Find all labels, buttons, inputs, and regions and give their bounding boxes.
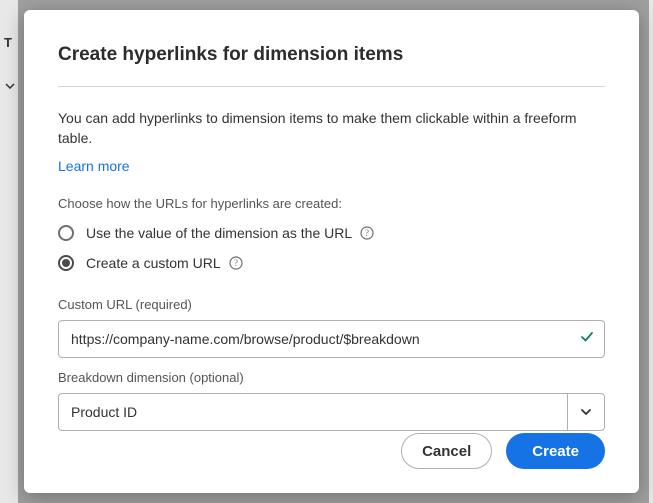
radio-button-selected[interactable] bbox=[58, 255, 74, 271]
intro-text: You can add hyperlinks to dimension item… bbox=[58, 109, 605, 148]
breakdown-dropdown[interactable]: Product ID bbox=[58, 393, 605, 431]
radio-label: Create a custom URL bbox=[86, 255, 221, 271]
chevron-down-icon bbox=[5, 83, 15, 89]
checkmark-icon bbox=[579, 329, 595, 350]
info-icon[interactable]: ? bbox=[229, 256, 243, 270]
breakdown-value[interactable]: Product ID bbox=[58, 393, 567, 431]
dialog-footer: Cancel Create bbox=[58, 433, 605, 469]
breakdown-label: Breakdown dimension (optional) bbox=[58, 370, 605, 385]
dialog-title: Create hyperlinks for dimension items bbox=[58, 44, 605, 66]
learn-more-link[interactable]: Learn more bbox=[58, 158, 605, 174]
custom-url-input[interactable] bbox=[58, 320, 605, 358]
choose-method-label: Choose how the URLs for hyperlinks are c… bbox=[58, 196, 605, 211]
custom-url-label: Custom URL (required) bbox=[58, 297, 605, 312]
radio-inner-dot bbox=[62, 259, 70, 267]
radio-option-use-value[interactable]: Use the value of the dimension as the UR… bbox=[58, 225, 605, 241]
divider bbox=[58, 86, 605, 87]
custom-url-input-wrapper bbox=[58, 320, 605, 358]
cancel-button[interactable]: Cancel bbox=[401, 433, 492, 469]
radio-button[interactable] bbox=[58, 225, 74, 241]
create-hyperlinks-dialog: Create hyperlinks for dimension items Yo… bbox=[24, 10, 639, 493]
background-panel-right bbox=[649, 0, 653, 503]
background-panel-left: T bbox=[0, 0, 18, 503]
radio-option-custom-url[interactable]: Create a custom URL ? bbox=[58, 255, 605, 271]
create-button[interactable]: Create bbox=[506, 433, 605, 469]
chevron-down-icon bbox=[580, 408, 592, 416]
svg-text:?: ? bbox=[365, 228, 369, 238]
dropdown-toggle-button[interactable] bbox=[567, 393, 605, 431]
background-text: T bbox=[4, 35, 12, 50]
svg-text:?: ? bbox=[234, 258, 238, 268]
radio-label: Use the value of the dimension as the UR… bbox=[86, 225, 352, 241]
info-icon[interactable]: ? bbox=[360, 226, 374, 240]
